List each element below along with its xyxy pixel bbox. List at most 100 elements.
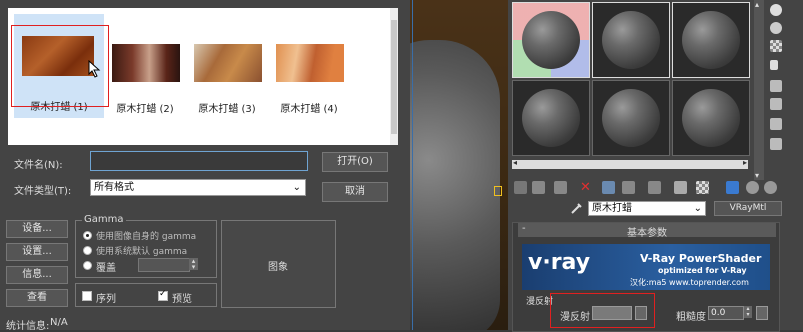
thumbnail-scrollbar[interactable] (390, 8, 398, 145)
go-to-parent-icon[interactable] (746, 181, 759, 194)
open-button[interactable]: 打开(O) (322, 152, 388, 172)
filetype-value: 所有格式 (94, 182, 134, 193)
vray-logo: v·ray (528, 250, 591, 275)
diffuse-map-button[interactable] (635, 306, 647, 320)
scroll-down-icon: ▾ (755, 171, 760, 180)
material-sphere (522, 11, 580, 69)
show-map-icon[interactable] (696, 181, 709, 194)
thumbnail-image (276, 44, 344, 82)
rollout-title: 基本参数 (627, 228, 667, 239)
filename-input[interactable] (90, 151, 308, 171)
show-end-result-icon[interactable] (726, 181, 739, 194)
go-forward-icon[interactable] (764, 181, 777, 194)
info-button[interactable]: 信息... (6, 266, 68, 284)
material-slot-2[interactable] (592, 2, 670, 78)
assign-to-selection-icon[interactable] (554, 181, 567, 194)
diffuse-color-swatch[interactable] (592, 306, 632, 320)
filetype-label: 文件类型(T): (14, 186, 72, 197)
slots-scrollbar[interactable]: ◂ ▸ (512, 158, 748, 169)
material-sphere (682, 89, 740, 147)
gamma-system-label: 使用系统默认 gamma (96, 247, 188, 257)
selection-highlight (11, 25, 109, 107)
material-name-value: 原木打蜡 (592, 203, 632, 214)
banner-credit: 汉化:ma5 www.toprender.com (630, 278, 749, 287)
copy-material-icon[interactable] (602, 181, 615, 194)
setup-button[interactable]: 设备... (6, 220, 68, 238)
banner-subtitle: optimized for V-Ray (658, 266, 747, 275)
put-to-library-icon[interactable] (648, 181, 661, 194)
cancel-button[interactable]: 取消 (322, 182, 388, 202)
gamma-spinner[interactable]: ▴ ▾ (189, 258, 198, 271)
thumbnail-caption: 原木打蜡 (4) (280, 104, 338, 115)
options-icon[interactable] (770, 118, 782, 130)
material-slot-5[interactable] (592, 80, 670, 156)
thumbnail-image (194, 44, 262, 82)
material-sphere (682, 11, 740, 69)
roughness-label: 粗糙度 (676, 312, 706, 323)
gamma-image-radio[interactable] (83, 231, 92, 240)
background-icon[interactable] (770, 40, 782, 52)
get-material-icon[interactable] (514, 181, 527, 194)
select-by-material-icon[interactable] (770, 138, 782, 150)
filename-label: 文件名(N): (14, 160, 63, 171)
viewport-border (412, 0, 413, 330)
gamma-title: Gamma (82, 214, 126, 225)
vray-banner: v·ray V-Ray PowerShader optimized for V-… (522, 244, 770, 290)
file-dialog: 原木打蜡 (1) 原木打蜡 (2) 原木打蜡 (3) 原木打蜡 (4) 文件名(… (0, 0, 410, 332)
thumbnail-item-2[interactable]: 原木打蜡 (2) (104, 20, 186, 116)
material-slot-4[interactable] (512, 80, 590, 156)
backlight-icon[interactable] (770, 22, 782, 34)
material-sphere (602, 11, 660, 69)
gizmo-marker (494, 186, 502, 196)
thumbnail-caption: 原木打蜡 (3) (198, 104, 256, 115)
settings-button[interactable]: 设置... (6, 243, 68, 261)
thumbnail-caption: 原木打蜡 (2) (116, 104, 174, 115)
chevron-down-icon: ⌄ (292, 182, 301, 193)
viewport[interactable] (410, 0, 508, 330)
scroll-up-icon: ▴ (755, 0, 760, 9)
roughness-input[interactable]: 0.0 (708, 306, 744, 320)
material-slot-1[interactable] (512, 2, 590, 78)
eyedropper-icon[interactable] (570, 201, 584, 215)
vase-object (410, 40, 500, 330)
banner-title: V-Ray PowerShader (640, 252, 762, 265)
make-preview-icon[interactable] (770, 98, 782, 110)
options-group (75, 283, 217, 307)
rollout-header[interactable]: - 基本参数 (518, 223, 776, 239)
gamma-override-field[interactable] (138, 258, 190, 272)
material-editor: ◂ ▸ ▴ ▾ ✕ 原木打蜡 ⌄ VRayMtl - 基本参数 v·ray V-… (508, 0, 803, 332)
filetype-select[interactable]: 所有格式 ⌄ (90, 179, 306, 196)
stats-value: N/A (50, 317, 68, 328)
sample-type-icon[interactable] (770, 4, 782, 16)
uv-tiling-icon[interactable] (770, 60, 778, 70)
thumbnail-item-3[interactable]: 原木打蜡 (3) (186, 20, 268, 116)
scroll-left-icon: ◂ (513, 158, 518, 167)
make-unique-icon[interactable] (622, 181, 635, 194)
scroll-right-icon: ▸ (742, 158, 747, 167)
material-slot-6[interactable] (672, 80, 750, 156)
put-to-scene-icon[interactable] (532, 181, 545, 194)
chevron-down-icon: ⌄ (693, 203, 702, 214)
gamma-override-radio[interactable] (83, 261, 92, 270)
thumbnail-image (112, 44, 180, 82)
reset-icon[interactable]: ✕ (580, 181, 593, 194)
roughness-map-button[interactable] (756, 306, 768, 320)
material-slot-3[interactable] (672, 2, 750, 78)
material-id-icon[interactable] (674, 181, 687, 194)
material-sphere (602, 89, 660, 147)
preview-box-label: 图象 (268, 262, 288, 273)
thumbnail-item-4[interactable]: 原木打蜡 (4) (268, 20, 350, 116)
gamma-group: Gamma 使用图像自身的 gamma 使用系统默认 gamma 覆盖 ▴ ▾ (75, 214, 217, 278)
material-name-field[interactable]: 原木打蜡 ⌄ (588, 201, 706, 216)
image-preview: 图象 (221, 220, 336, 308)
gamma-system-radio[interactable] (83, 246, 92, 255)
view-button[interactable]: 查看 (6, 289, 68, 307)
video-color-check-icon[interactable] (770, 80, 782, 92)
material-type-button[interactable]: VRayMtl (714, 201, 782, 216)
diffuse-label: 漫反射 (560, 312, 590, 323)
gamma-override-label: 覆盖 (96, 263, 116, 274)
roughness-spinner[interactable]: ▴ ▾ (744, 306, 752, 318)
side-scrollbar[interactable]: ▴ ▾ (754, 0, 764, 180)
gamma-image-label: 使用图像自身的 gamma (96, 232, 197, 242)
material-sphere (522, 89, 580, 147)
